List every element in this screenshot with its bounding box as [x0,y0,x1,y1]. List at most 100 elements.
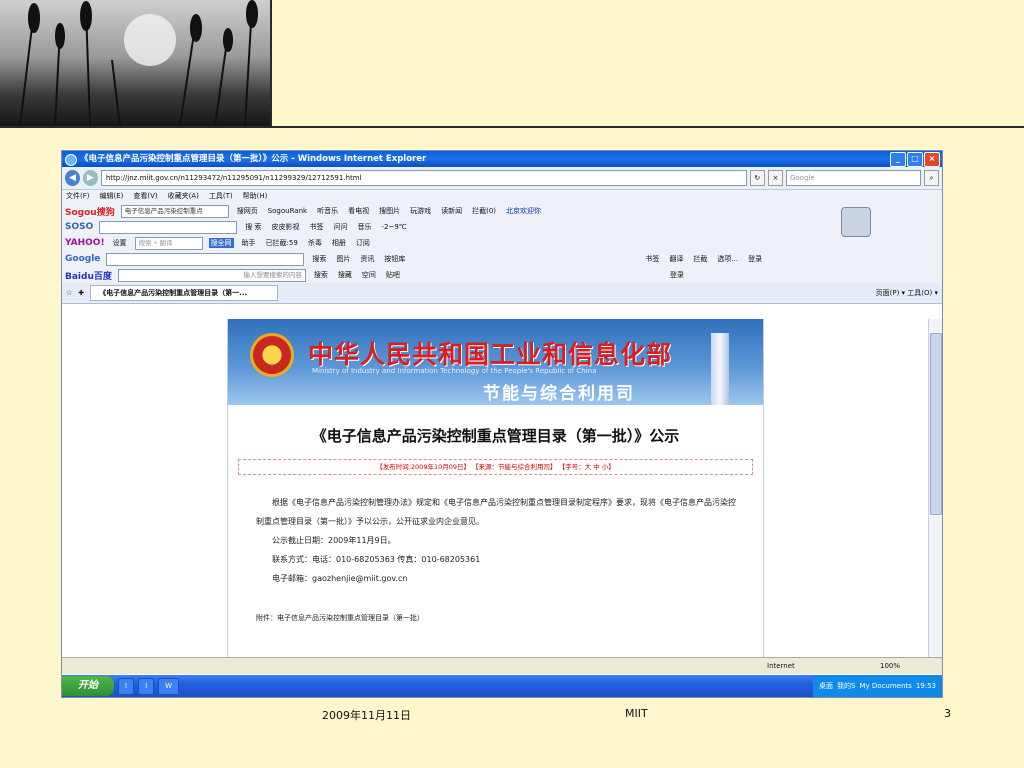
soso-item[interactable]: -2~9℃ [380,223,409,231]
baidu-item[interactable]: 搜索 [312,270,330,280]
menu-file[interactable]: 文件(F) [66,190,90,203]
paragraph: 根据《电子信息产品污染控制管理办法》规定和《电子信息产品污染控制重点管理目录制定… [256,498,736,526]
sogou-item[interactable]: 搜图片 [377,206,402,216]
google-toolbar: Google 搜索 图片 资讯 按钮库 书签 翻译 拦截 选项... 登录 [62,251,942,267]
sogou-toolbar: Sogou搜狗 电子信息产品污染控制重点 搜网页 SogouRank 听音乐 看… [62,203,942,219]
soso-item[interactable]: 搜 索 [243,222,263,232]
sogou-item[interactable]: 听音乐 [315,206,340,216]
document-body: 根据《电子信息产品污染控制管理办法》规定和《电子信息产品污染控制重点管理目录制定… [256,493,743,588]
google-item[interactable]: 搜索 [310,254,328,264]
google-logo: Google [65,254,101,264]
yahoo-item[interactable]: 助手 [240,238,258,248]
soso-item[interactable]: 书签 [308,222,326,232]
yahoo-item[interactable]: 搜全网 [208,238,234,248]
soso-item[interactable]: 音乐 [356,222,374,232]
start-button[interactable]: 开始 [62,676,114,696]
soso-toolbar: SOSO 搜 索 皮皮影视 书签 问问 音乐 -2~9℃ [62,219,942,235]
internet-zone: Internet [767,662,795,670]
baidu-item[interactable]: 搜藏 [336,270,354,280]
vertical-scrollbar[interactable] [928,319,942,657]
document-title: 《电子信息产品污染控制重点管理目录（第一批）》公示 [311,427,680,445]
address-bar-row: ◀ ▶ http://jnz.miit.gov.cn/n11293472/n11… [62,167,942,190]
tab-current[interactable]: 《电子信息产品污染控制重点管理目录（第一... [90,285,279,301]
document-meta[interactable]: 【发布时间:2009年10月09日】 【来源：节能与综合利用司】 【字号：大 中… [238,459,753,475]
sogou-item[interactable]: 搜网页 [235,206,260,216]
deadline: 公示截止日期：2009年11月9日。 [272,536,396,545]
scrollbar-thumb[interactable] [930,333,942,515]
menu-favorites[interactable]: 收藏夹(A) [168,190,199,203]
soso-item[interactable]: 问问 [332,222,350,232]
webpage: 中华人民共和国工业和信息化部 Ministry of Industry and … [227,319,764,657]
sogou-logo: Sogou搜狗 [65,207,115,218]
search-input[interactable]: Google [785,170,921,186]
baidu-search-input[interactable]: 输入想要搜索的内容 [117,268,306,282]
tray-item[interactable]: 桌面 [819,681,833,691]
google-item[interactable]: 登录 [746,254,764,264]
soso-item[interactable]: 皮皮影视 [270,222,302,232]
yahoo-item[interactable]: 设置 [111,238,129,248]
yahoo-item[interactable]: 已拦截:59 [264,238,300,248]
close-button[interactable]: × [924,152,940,167]
baidu-item[interactable]: 登录 [668,270,686,280]
command-bar[interactable]: 页面(P) ▾ 工具(O) ▾ [876,288,942,298]
yahoo-item[interactable]: 订阅 [354,238,372,248]
sogou-item[interactable]: 北京欢迎你 [504,206,543,216]
forward-button[interactable]: ▶ [82,170,98,186]
google-item[interactable]: 翻译 [667,254,685,264]
sogou-search-input[interactable]: 电子信息产品污染控制重点 [120,204,229,218]
system-tray: 桌面 我的S My Documents 19:53 [813,675,942,697]
banner-subtitle: 节能与综合利用司 [483,384,635,404]
google-item[interactable]: 选项... [715,254,740,264]
sogou-item[interactable]: 拦截(0) [470,206,498,216]
sogou-item[interactable]: 看电视 [346,206,371,216]
window-title: 《电子信息产品污染控制重点管理目录（第一批）》公示 - Windows Inte… [80,154,427,164]
google-item[interactable]: 按钮库 [382,254,407,264]
search-icon[interactable]: ⌕ [923,170,939,186]
google-search-input[interactable] [106,252,305,266]
menu-view[interactable]: 查看(V) [133,190,157,203]
google-item[interactable]: 资讯 [358,254,376,264]
sogou-item[interactable]: 读新闻 [439,206,464,216]
yahoo-item[interactable]: 杀毒 [306,238,324,248]
baidu-item[interactable]: 贴吧 [384,270,402,280]
back-button[interactable]: ◀ [65,170,80,186]
menu-help[interactable]: 帮助(H) [243,190,268,203]
window-titlebar[interactable]: 《电子信息产品污染控制重点管理目录（第一批）》公示 - Windows Inte… [62,151,942,167]
site-banner: 中华人民共和国工业和信息化部 Ministry of Industry and … [228,319,763,405]
favorites-star-icon[interactable]: ☆ [66,289,72,297]
sogou-item[interactable]: SogouRank [266,207,309,215]
maximize-button[interactable]: □ [907,152,923,167]
zoom-level[interactable]: 100% [880,662,900,670]
sogou-item[interactable]: 玩游戏 [408,206,433,216]
yahoo-item[interactable]: 相册 [330,238,348,248]
soso-logo: SOSO [65,222,94,232]
slide-divider-vertical [270,0,272,128]
taskbar-item[interactable]: I [118,677,135,695]
email-link[interactable]: 电子邮箱：gaozhenjie@miit.gov.cn [256,569,743,588]
address-input[interactable]: http://jnz.miit.gov.cn/n11293472/n112950… [100,170,747,186]
google-item[interactable]: 书签 [643,254,661,264]
google-item[interactable]: 拦截 [691,254,709,264]
stop-button[interactable]: × [767,170,783,186]
yahoo-toolbar: YAHOO! 设置 搜索 • 翻译 搜全网 助手 已拦截:59 杀毒 相册 订阅 [62,235,942,251]
status-bar: Internet 100% [62,657,942,674]
yahoo-search-input[interactable]: 搜索 • 翻译 [134,236,203,250]
baidu-item[interactable]: 空间 [360,270,378,280]
footer-date: 2009年11月11日 [322,709,411,722]
soso-search-input[interactable] [99,220,238,234]
add-favorites-icon[interactable]: ✚ [78,289,84,297]
taskbar-item[interactable]: I [138,677,155,695]
menu-tools[interactable]: 工具(T) [209,190,233,203]
minimize-button[interactable]: _ [890,152,906,167]
taskbar-item[interactable]: W [158,677,180,695]
tray-item[interactable]: 我的S [837,681,855,691]
slide-divider-horizontal [0,126,1024,128]
toolbar-big-icon[interactable] [841,207,871,237]
attachment-link[interactable]: 附件：电子信息产品污染控制重点管理目录（第一批） [256,613,424,623]
menu-edit[interactable]: 编辑(E) [100,190,124,203]
huabiao-pillar-icon [711,333,729,405]
tray-item[interactable]: My Documents [859,682,911,690]
google-item[interactable]: 图片 [334,254,352,264]
page-number: 3 [944,707,951,720]
refresh-button[interactable]: ↻ [749,170,765,186]
